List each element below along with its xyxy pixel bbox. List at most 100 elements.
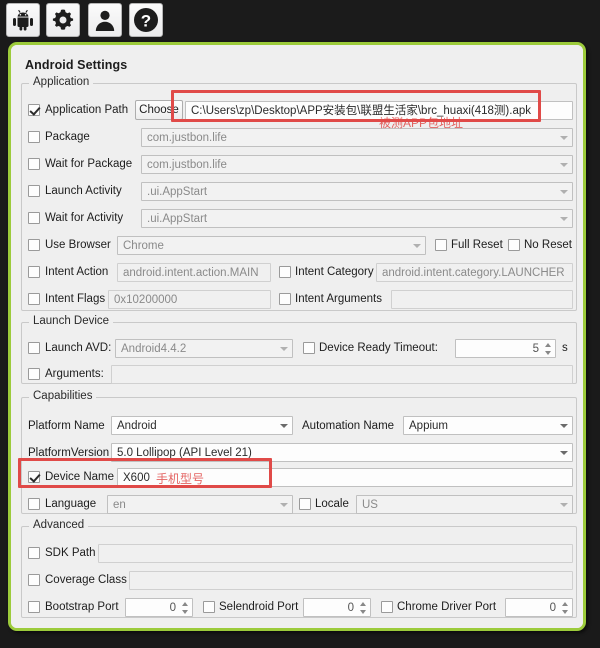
language-value: en bbox=[113, 499, 126, 511]
user-icon-button[interactable] bbox=[88, 3, 122, 37]
intent-flags-checkbox[interactable] bbox=[28, 293, 40, 305]
sdk-path-field[interactable] bbox=[98, 544, 573, 563]
android-icon-button[interactable] bbox=[6, 3, 40, 37]
chrome-driver-port-label: Chrome Driver Port bbox=[397, 601, 497, 613]
intent-category-field[interactable]: android.intent.category.LAUNCHER bbox=[376, 263, 573, 282]
automation-name-value: Appium bbox=[409, 420, 448, 432]
spinner-up-icon[interactable] bbox=[545, 343, 551, 347]
intent-arguments-field[interactable] bbox=[391, 290, 573, 309]
gear-icon-button[interactable] bbox=[46, 3, 80, 37]
coverage-class-checkbox[interactable] bbox=[28, 574, 40, 586]
chrome-driver-port-checkbox[interactable] bbox=[381, 601, 393, 613]
application-group-label: Application bbox=[29, 76, 94, 88]
spinner-up-icon[interactable] bbox=[182, 602, 188, 606]
bootstrap-port-label: Bootstrap Port bbox=[45, 601, 119, 613]
intent-flags-field[interactable]: 0x10200000 bbox=[108, 290, 271, 309]
selendroid-port-spinner[interactable]: 0 bbox=[303, 598, 371, 617]
intent-category-value: android.intent.category.LAUNCHER bbox=[382, 267, 565, 279]
intent-arguments-label: Intent Arguments bbox=[295, 293, 382, 305]
locale-label: Locale bbox=[315, 498, 349, 510]
help-icon: ? bbox=[133, 7, 159, 33]
capabilities-group-label: Capabilities bbox=[29, 390, 97, 402]
launch-avd-combo[interactable]: Android4.4.2 bbox=[115, 339, 293, 358]
locale-combo[interactable]: US bbox=[356, 495, 573, 514]
language-checkbox[interactable] bbox=[28, 498, 40, 510]
intent-action-checkbox[interactable] bbox=[28, 266, 40, 278]
automation-name-label: Automation Name bbox=[302, 420, 395, 432]
use-browser-value: Chrome bbox=[123, 240, 164, 252]
application-path-checkbox[interactable] bbox=[28, 104, 40, 116]
full-reset-checkbox[interactable] bbox=[435, 239, 447, 251]
annotation-text-device-name: 手机型号 bbox=[156, 472, 205, 486]
platform-version-combo[interactable]: 5.0 Lollipop (API Level 21) bbox=[111, 443, 573, 462]
selendroid-port-label: Selendroid Port bbox=[219, 601, 299, 613]
launch-avd-checkbox[interactable] bbox=[28, 342, 40, 354]
intent-action-value: android.intent.action.MAIN bbox=[123, 267, 259, 279]
spinner-up-icon[interactable] bbox=[360, 602, 366, 606]
package-checkbox[interactable] bbox=[28, 131, 40, 143]
spinner-down-icon[interactable] bbox=[360, 610, 366, 614]
bootstrap-port-spinner[interactable]: 0 bbox=[125, 598, 193, 617]
bootstrap-port-checkbox[interactable] bbox=[28, 601, 40, 613]
page-title: Android Settings bbox=[25, 58, 128, 72]
toolbar: ? bbox=[0, 0, 600, 40]
spinner-up-icon[interactable] bbox=[562, 602, 568, 606]
wait-for-activity-value: .ui.AppStart bbox=[147, 213, 208, 225]
intent-category-checkbox[interactable] bbox=[279, 266, 291, 278]
wait-for-package-checkbox[interactable] bbox=[28, 158, 40, 170]
coverage-class-field[interactable] bbox=[129, 571, 573, 590]
platform-name-label: Platform Name bbox=[28, 420, 105, 432]
wait-for-activity-label: Wait for Activity bbox=[45, 212, 124, 224]
use-browser-checkbox[interactable] bbox=[28, 239, 40, 251]
package-label: Package bbox=[45, 131, 90, 143]
spinner-down-icon[interactable] bbox=[562, 610, 568, 614]
selendroid-port-checkbox[interactable] bbox=[203, 601, 215, 613]
help-icon-button[interactable]: ? bbox=[129, 3, 163, 37]
device-ready-timeout-spinner[interactable]: 5 bbox=[455, 339, 556, 358]
locale-checkbox[interactable] bbox=[299, 498, 311, 510]
sdk-path-checkbox[interactable] bbox=[28, 547, 40, 559]
coverage-class-label: Coverage Class bbox=[45, 574, 127, 586]
platform-name-combo[interactable]: Android bbox=[111, 416, 293, 435]
no-reset-checkbox[interactable] bbox=[508, 239, 520, 251]
gear-icon bbox=[51, 8, 75, 32]
device-name-value: X600 bbox=[123, 472, 150, 484]
bootstrap-port-value: 0 bbox=[169, 602, 176, 614]
launch-activity-checkbox[interactable] bbox=[28, 185, 40, 197]
language-combo[interactable]: en bbox=[107, 495, 293, 514]
arguments-field[interactable] bbox=[111, 365, 573, 384]
intent-arguments-checkbox[interactable] bbox=[279, 293, 291, 305]
spinner-down-icon[interactable] bbox=[545, 351, 551, 355]
wait-for-activity-combo[interactable]: .ui.AppStart bbox=[141, 209, 573, 228]
application-path-value: C:\Users\zp\Desktop\APP安装包\联盟生活家\brc_hua… bbox=[191, 105, 531, 117]
choose-button[interactable]: Choose bbox=[135, 100, 183, 120]
device-name-checkbox[interactable] bbox=[28, 471, 40, 483]
launch-avd-label: Launch AVD: bbox=[45, 342, 112, 354]
full-reset-label: Full Reset bbox=[451, 239, 503, 251]
device-ready-timeout-value: 5 bbox=[532, 343, 539, 355]
intent-flags-label: Intent Flags bbox=[45, 293, 106, 305]
launch-activity-combo[interactable]: .ui.AppStart bbox=[141, 182, 573, 201]
chevron-down-icon bbox=[560, 424, 568, 428]
arguments-checkbox[interactable] bbox=[28, 368, 40, 380]
chevron-down-icon bbox=[560, 190, 568, 194]
package-combo[interactable]: com.justbon.life bbox=[141, 128, 573, 147]
wait-for-package-label: Wait for Package bbox=[45, 158, 133, 170]
spinner-down-icon[interactable] bbox=[182, 610, 188, 614]
chrome-driver-port-spinner[interactable]: 0 bbox=[505, 598, 573, 617]
intent-action-field[interactable]: android.intent.action.MAIN bbox=[117, 263, 271, 282]
automation-name-combo[interactable]: Appium bbox=[403, 416, 573, 435]
chevron-down-icon bbox=[280, 424, 288, 428]
wait-for-package-combo[interactable]: com.justbon.life bbox=[141, 155, 573, 174]
use-browser-label: Use Browser bbox=[45, 239, 111, 251]
svg-text:?: ? bbox=[141, 12, 151, 31]
device-ready-timeout-checkbox[interactable] bbox=[303, 342, 315, 354]
wait-for-activity-checkbox[interactable] bbox=[28, 212, 40, 224]
use-browser-combo[interactable]: Chrome bbox=[117, 236, 426, 255]
chevron-down-icon bbox=[560, 503, 568, 507]
chevron-down-icon bbox=[413, 244, 421, 248]
launch-activity-label: Launch Activity bbox=[45, 185, 122, 197]
device-name-label: Device Name bbox=[45, 471, 115, 483]
chrome-driver-port-value: 0 bbox=[549, 602, 556, 614]
platform-version-label: PlatformVersion bbox=[28, 447, 110, 459]
